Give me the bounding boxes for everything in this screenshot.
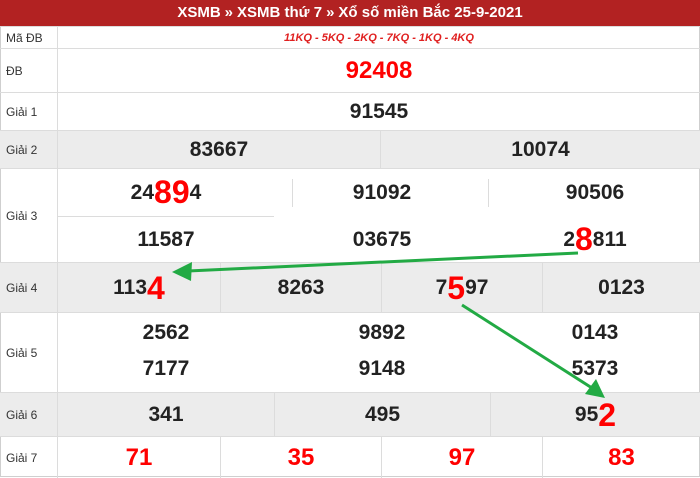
digits: 95	[574, 403, 599, 426]
row-prize-5: Giải 5 2562 9892 0143 7177 9148 5373	[0, 312, 700, 393]
prize-5-number: 7177	[142, 357, 190, 380]
prize-4-number: 113 4	[58, 263, 220, 313]
row-prize-6: Giải 6 341 495 95 2	[0, 392, 700, 437]
prize-4-number: 7 5 97	[382, 263, 542, 313]
prize-3-number: 24 89 4	[58, 169, 274, 216]
row-label: ĐB	[0, 49, 58, 93]
divider	[292, 179, 293, 207]
row-label: Giải 4	[0, 263, 58, 313]
breadcrumb-separator: »	[224, 4, 234, 21]
prize-7-number: 97	[448, 443, 476, 471]
prize-5-number: 9148	[358, 357, 406, 380]
prize-4-number: 8263	[277, 276, 325, 299]
digits: 4	[189, 180, 202, 204]
digits: 24	[130, 180, 155, 204]
prize-6-number: 495	[364, 403, 401, 426]
highlighted-digit: 4	[147, 269, 165, 306]
row-prize-4: Giải 4 113 4 8263 7 5 97 0123	[0, 262, 700, 313]
prize-2-number: 83667	[189, 138, 249, 161]
digits: 7	[435, 276, 448, 299]
breadcrumb-separator: »	[326, 4, 335, 21]
digits: 2	[563, 227, 575, 251]
row-label: Giải 3	[0, 169, 58, 263]
prize-3-number: 2 8 811	[490, 216, 700, 263]
prize-6-number: 341	[148, 403, 184, 426]
row-label: Giải 2	[0, 131, 58, 169]
digits: 113	[113, 276, 148, 299]
highlighted-digits: 89	[154, 174, 190, 210]
prize-5-number: 2562	[142, 321, 190, 344]
prize-3-number: 90506	[565, 180, 625, 204]
ma-db-codes: 11KQ - 5KQ - 2KQ - 7KQ - 1KQ - 4KQ	[284, 32, 474, 44]
row-prize-3: Giải 3 24 89 4 91092 90506 11587 03675 288…	[0, 168, 700, 263]
row-special-prize: ĐB 92408	[0, 48, 700, 93]
prize-1-number: 91545	[349, 100, 409, 123]
prize-2-number: 10074	[511, 138, 570, 161]
digits: 97	[465, 276, 489, 299]
row-prize-2: Giải 2 83667 10074	[0, 130, 700, 169]
special-prize-number: 92408	[345, 57, 413, 84]
prize-7-number: 71	[125, 443, 153, 471]
breadcrumb-xsmb[interactable]: XSMB	[177, 4, 220, 21]
prize-7-number: 83	[608, 443, 635, 471]
prize-5-number: 5373	[571, 357, 619, 380]
row-prize-7: Giải 7 71 35 97 83	[0, 436, 700, 478]
highlighted-digit: 5	[447, 269, 466, 306]
prize-3-number: 03675	[352, 227, 412, 251]
row-ma-db: Mã ĐB 11KQ - 5KQ - 2KQ - 7KQ - 1KQ - 4KQ	[0, 26, 700, 49]
highlighted-digit: 2	[598, 396, 617, 433]
breadcrumb-page-title: Xổ số miền Bắc 25-9-2021	[338, 4, 523, 21]
prize-6-number: 95 2	[491, 393, 700, 437]
breadcrumb: XSMB» XSMB thứ 7» Xổ số miền Bắc 25-9-2021	[0, 0, 700, 26]
prize-4-number: 0123	[598, 276, 645, 299]
row-label: Giải 1	[0, 93, 58, 131]
row-prize-1: Giải 1 91545	[0, 92, 700, 131]
prize-5-number: 9892	[358, 321, 406, 344]
row-label: Giải 5	[0, 313, 58, 393]
highlighted-digit: 8	[575, 221, 593, 257]
prize-5-number: 0143	[571, 321, 619, 344]
row-label: Mã ĐB	[0, 27, 58, 49]
row-label: Giải 6	[0, 393, 58, 437]
divider	[488, 179, 489, 207]
row-label: Giải 7	[0, 437, 58, 478]
breadcrumb-xsmb-thu7[interactable]: XSMB thứ 7	[237, 4, 322, 21]
prize-7-number: 35	[287, 443, 315, 471]
digits: 811	[592, 227, 627, 251]
prize-3-number: 11587	[137, 227, 195, 251]
prize-3-number: 91092	[352, 180, 412, 204]
